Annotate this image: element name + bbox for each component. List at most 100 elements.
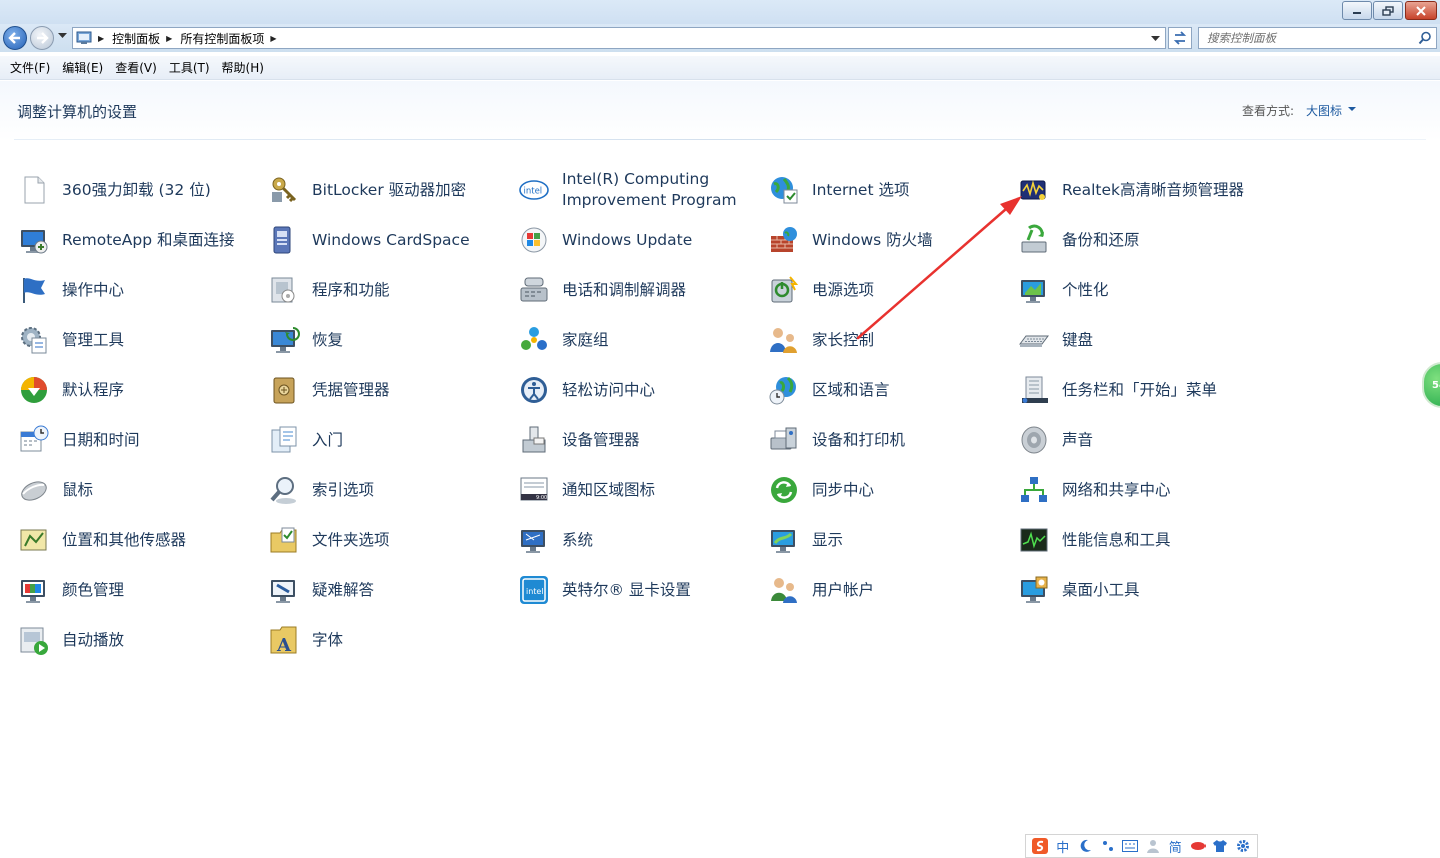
sogou-s-icon[interactable]	[1032, 838, 1049, 854]
comma-icon[interactable]	[1100, 838, 1116, 854]
cp-item[interactable]: 操作中心	[18, 270, 264, 310]
view-dropdown-caret-icon[interactable]	[1348, 107, 1356, 111]
svg-text:intel: intel	[526, 587, 544, 596]
realtek-audio-icon	[1018, 174, 1050, 206]
cp-item[interactable]: 网络和共享中心	[1018, 470, 1264, 510]
cp-item[interactable]: A 字体	[268, 620, 514, 660]
cp-item[interactable]: 性能信息和工具	[1018, 520, 1264, 560]
search-icon[interactable]	[1418, 31, 1432, 45]
back-button[interactable]	[3, 26, 27, 50]
cp-item-label: Windows CardSpace	[312, 230, 470, 249]
cp-item[interactable]: Windows Update	[518, 220, 764, 260]
cp-item[interactable]: 设备和打印机	[768, 420, 1014, 460]
cp-item[interactable]: 轻松访问中心	[518, 370, 764, 410]
cp-item[interactable]: 用户帐户	[768, 570, 1014, 610]
cp-item[interactable]: 文件夹选项	[268, 520, 514, 560]
cp-item[interactable]: 备份和还原	[1018, 220, 1264, 260]
phone-modem-icon	[518, 274, 550, 306]
cp-item-label: 备份和还原	[1062, 230, 1140, 249]
search-box[interactable]	[1198, 27, 1437, 49]
cp-item-label: 日期和时间	[62, 430, 140, 449]
cp-item[interactable]: 任务栏和「开始」菜单	[1018, 370, 1264, 410]
address-field[interactable]: ▶ 控制面板 ▶ 所有控制面板项 ▶	[72, 27, 1166, 49]
cp-item[interactable]: 设备管理器	[518, 420, 764, 460]
cp-item[interactable]: 程序和功能	[268, 270, 514, 310]
cp-item-label: 英特尔® 显卡设置	[562, 580, 691, 599]
simplified-icon[interactable]: 简	[1167, 838, 1183, 856]
cp-item-label: 电话和调制解调器	[562, 280, 687, 299]
cp-item-label: 自动播放	[62, 630, 125, 649]
user-icon[interactable]	[1145, 838, 1161, 854]
menu-help[interactable]: 帮助(H)	[216, 57, 270, 78]
soft-keyboard-icon[interactable]	[1122, 838, 1139, 854]
gear-icon[interactable]	[1235, 838, 1251, 854]
cp-item[interactable]: 疑难解答	[268, 570, 514, 610]
cp-item[interactable]: Windows 防火墙	[768, 220, 1014, 260]
cp-item[interactable]: 区域和语言	[768, 370, 1014, 410]
cp-item[interactable]: Realtek高清晰音频管理器	[1018, 170, 1264, 210]
cp-item-label: 声音	[1062, 430, 1094, 449]
cp-item[interactable]: 系统	[518, 520, 764, 560]
arrow-left-icon	[8, 32, 20, 44]
breadcrumb-control-panel[interactable]: 控制面板	[112, 30, 160, 47]
cp-item[interactable]: 显示	[768, 520, 1014, 560]
menu-view[interactable]: 查看(V)	[109, 57, 163, 78]
skin-icon[interactable]	[1190, 838, 1206, 854]
shirt-icon[interactable]	[1212, 838, 1228, 854]
cp-item[interactable]: 颜色管理	[18, 570, 264, 610]
cp-item[interactable]: 默认程序	[18, 370, 264, 410]
menu-file[interactable]: 文件(F)	[4, 57, 56, 78]
moon-punctuation-icon[interactable]	[1077, 838, 1093, 854]
cp-item[interactable]: 360强力卸载 (32 位)	[18, 170, 264, 210]
crumb-separator-icon[interactable]: ▶	[270, 34, 276, 43]
cp-item[interactable]: 电话和调制解调器	[518, 270, 764, 310]
cp-item[interactable]: 凭据管理器	[268, 370, 514, 410]
cp-item[interactable]: 自动播放	[18, 620, 264, 660]
restore-button[interactable]	[1373, 1, 1403, 20]
cp-item-label: 鼠标	[62, 480, 94, 499]
cp-item[interactable]: 电源选项	[768, 270, 1014, 310]
menu-edit[interactable]: 编辑(E)	[56, 57, 109, 78]
cp-item[interactable]: 9:00 通知区域图标	[518, 470, 764, 510]
cp-item[interactable]: 入门	[268, 420, 514, 460]
cp-item[interactable]: 位置和其他传感器	[18, 520, 264, 560]
cp-item[interactable]: BitLocker 驱动器加密	[268, 170, 514, 210]
sync-center-icon	[768, 474, 800, 506]
cp-item[interactable]: 恢复	[268, 320, 514, 360]
cp-item[interactable]: 家长控制	[768, 320, 1014, 360]
close-button[interactable]	[1405, 1, 1437, 20]
chevron-down-icon[interactable]	[58, 33, 67, 39]
cp-item[interactable]: 管理工具	[18, 320, 264, 360]
menu-tools[interactable]: 工具(T)	[163, 57, 216, 78]
cp-item-label: Intel(R) Computing Improvement Program	[562, 169, 737, 211]
cp-item[interactable]: 日期和时间	[18, 420, 264, 460]
address-dropdown-icon[interactable]	[1151, 36, 1160, 42]
cp-item[interactable]: Windows CardSpace	[268, 220, 514, 260]
breadcrumb-all-items[interactable]: 所有控制面板项	[180, 30, 264, 47]
refresh-button[interactable]	[1168, 27, 1192, 49]
cp-item[interactable]: Internet 选项	[768, 170, 1014, 210]
cp-item[interactable]: 鼠标	[18, 470, 264, 510]
cp-item[interactable]: 同步中心	[768, 470, 1014, 510]
view-by-dropdown[interactable]: 大图标	[1306, 102, 1342, 119]
crumb-separator-icon[interactable]: ▶	[166, 34, 172, 43]
minimize-button[interactable]	[1342, 1, 1372, 20]
cp-item-label-line: Intel(R) Computing	[562, 170, 710, 188]
cp-item[interactable]: 桌面小工具	[1018, 570, 1264, 610]
cp-item[interactable]: 个性化	[1018, 270, 1264, 310]
cp-item-label: 网络和共享中心	[1062, 480, 1171, 499]
cp-item-label: 程序和功能	[312, 280, 390, 299]
cp-item[interactable]: intel Intel(R) Computing Improvement Progr…	[518, 170, 764, 210]
cp-item[interactable]: 家庭组	[518, 320, 764, 360]
ime-toolbar: 中 简	[1025, 834, 1258, 858]
cp-item-label: 操作中心	[62, 280, 125, 299]
cp-item[interactable]: 索引选项	[268, 470, 514, 510]
cp-item[interactable]: 声音	[1018, 420, 1264, 460]
cp-item[interactable]: 键盘	[1018, 320, 1264, 360]
cp-item[interactable]: intel 英特尔® 显卡设置	[518, 570, 764, 610]
chinese-mode-icon[interactable]: 中	[1055, 838, 1071, 856]
navigation-bar: ▶ 控制面板 ▶ 所有控制面板项 ▶	[0, 24, 1440, 52]
cp-item[interactable]: RemoteApp 和桌面连接	[18, 220, 264, 260]
forward-button[interactable]	[30, 26, 54, 50]
search-input[interactable]	[1199, 28, 1409, 48]
